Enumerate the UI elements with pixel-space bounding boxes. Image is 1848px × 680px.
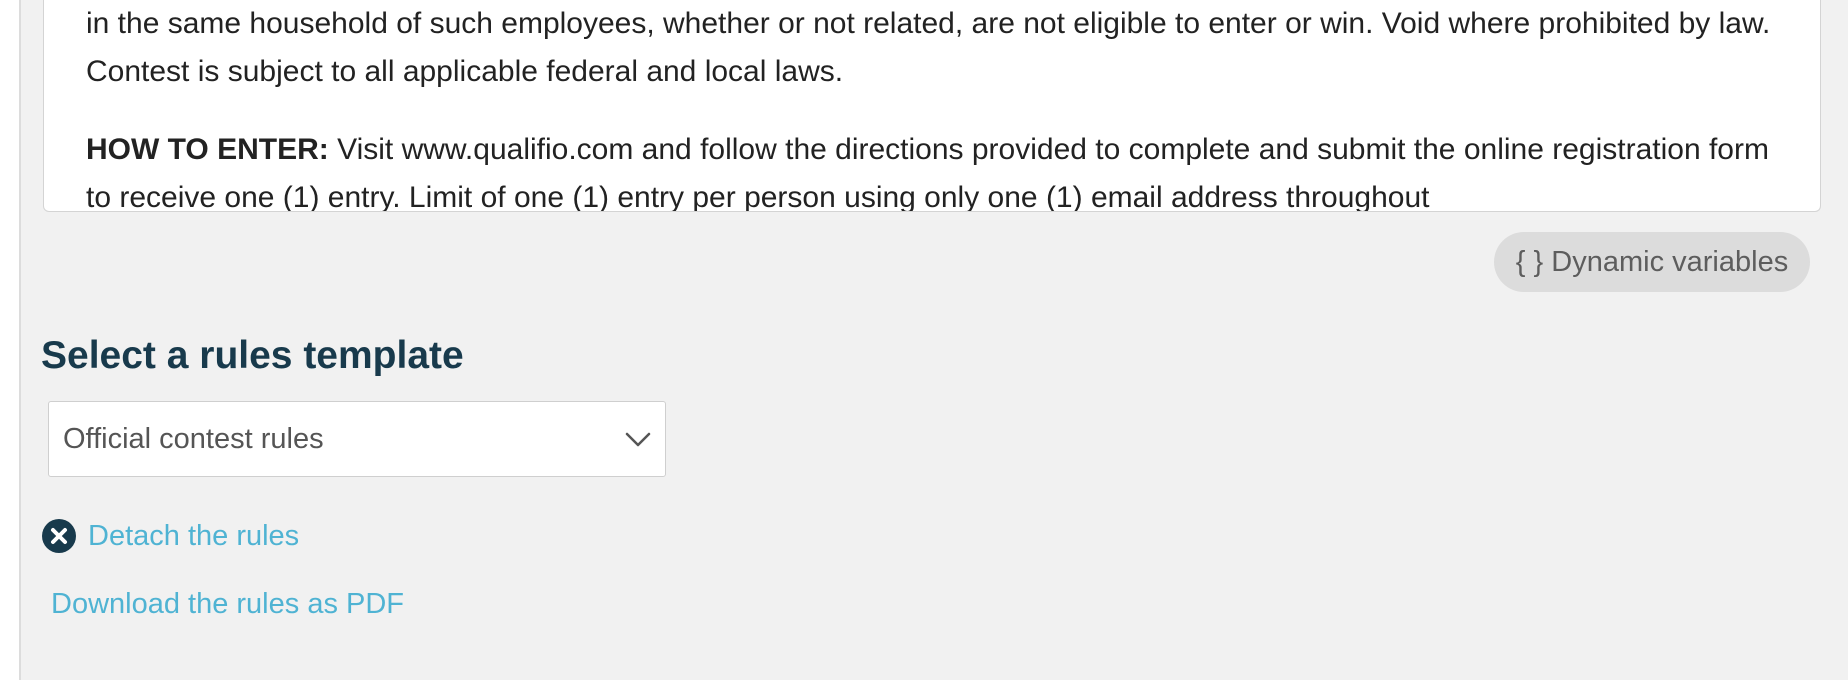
dynamic-variables-button[interactable]: { } Dynamic variables [1494, 232, 1810, 292]
rules-template-selected-value: Official contest rules [63, 423, 324, 455]
rules-paragraph-text: Visit www.qualifio.com and follow the di… [86, 133, 1769, 212]
chevron-down-icon [625, 432, 651, 447]
rules-text-editor[interactable]: in the same household of such employees,… [43, 0, 1821, 212]
rules-panel: in the same household of such employees,… [19, 0, 1848, 680]
close-circle-icon [42, 519, 76, 553]
rules-paragraph: HOW TO ENTER: Visit www.qualifio.com and… [86, 126, 1786, 212]
rules-paragraph-label: HOW TO ENTER: [86, 133, 329, 166]
rules-template-select[interactable]: Official contest rules [48, 401, 666, 477]
download-rules-pdf-link[interactable]: Download the rules as PDF [51, 584, 404, 624]
rules-text-content: in the same household of such employees,… [86, 0, 1786, 212]
rules-paragraph: in the same household of such employees,… [86, 7, 1771, 88]
detach-rules-label[interactable]: Detach the rules [88, 516, 299, 556]
rules-template-title: Select a rules template [41, 334, 464, 377]
detach-rules-link[interactable]: Detach the rules [41, 516, 299, 556]
